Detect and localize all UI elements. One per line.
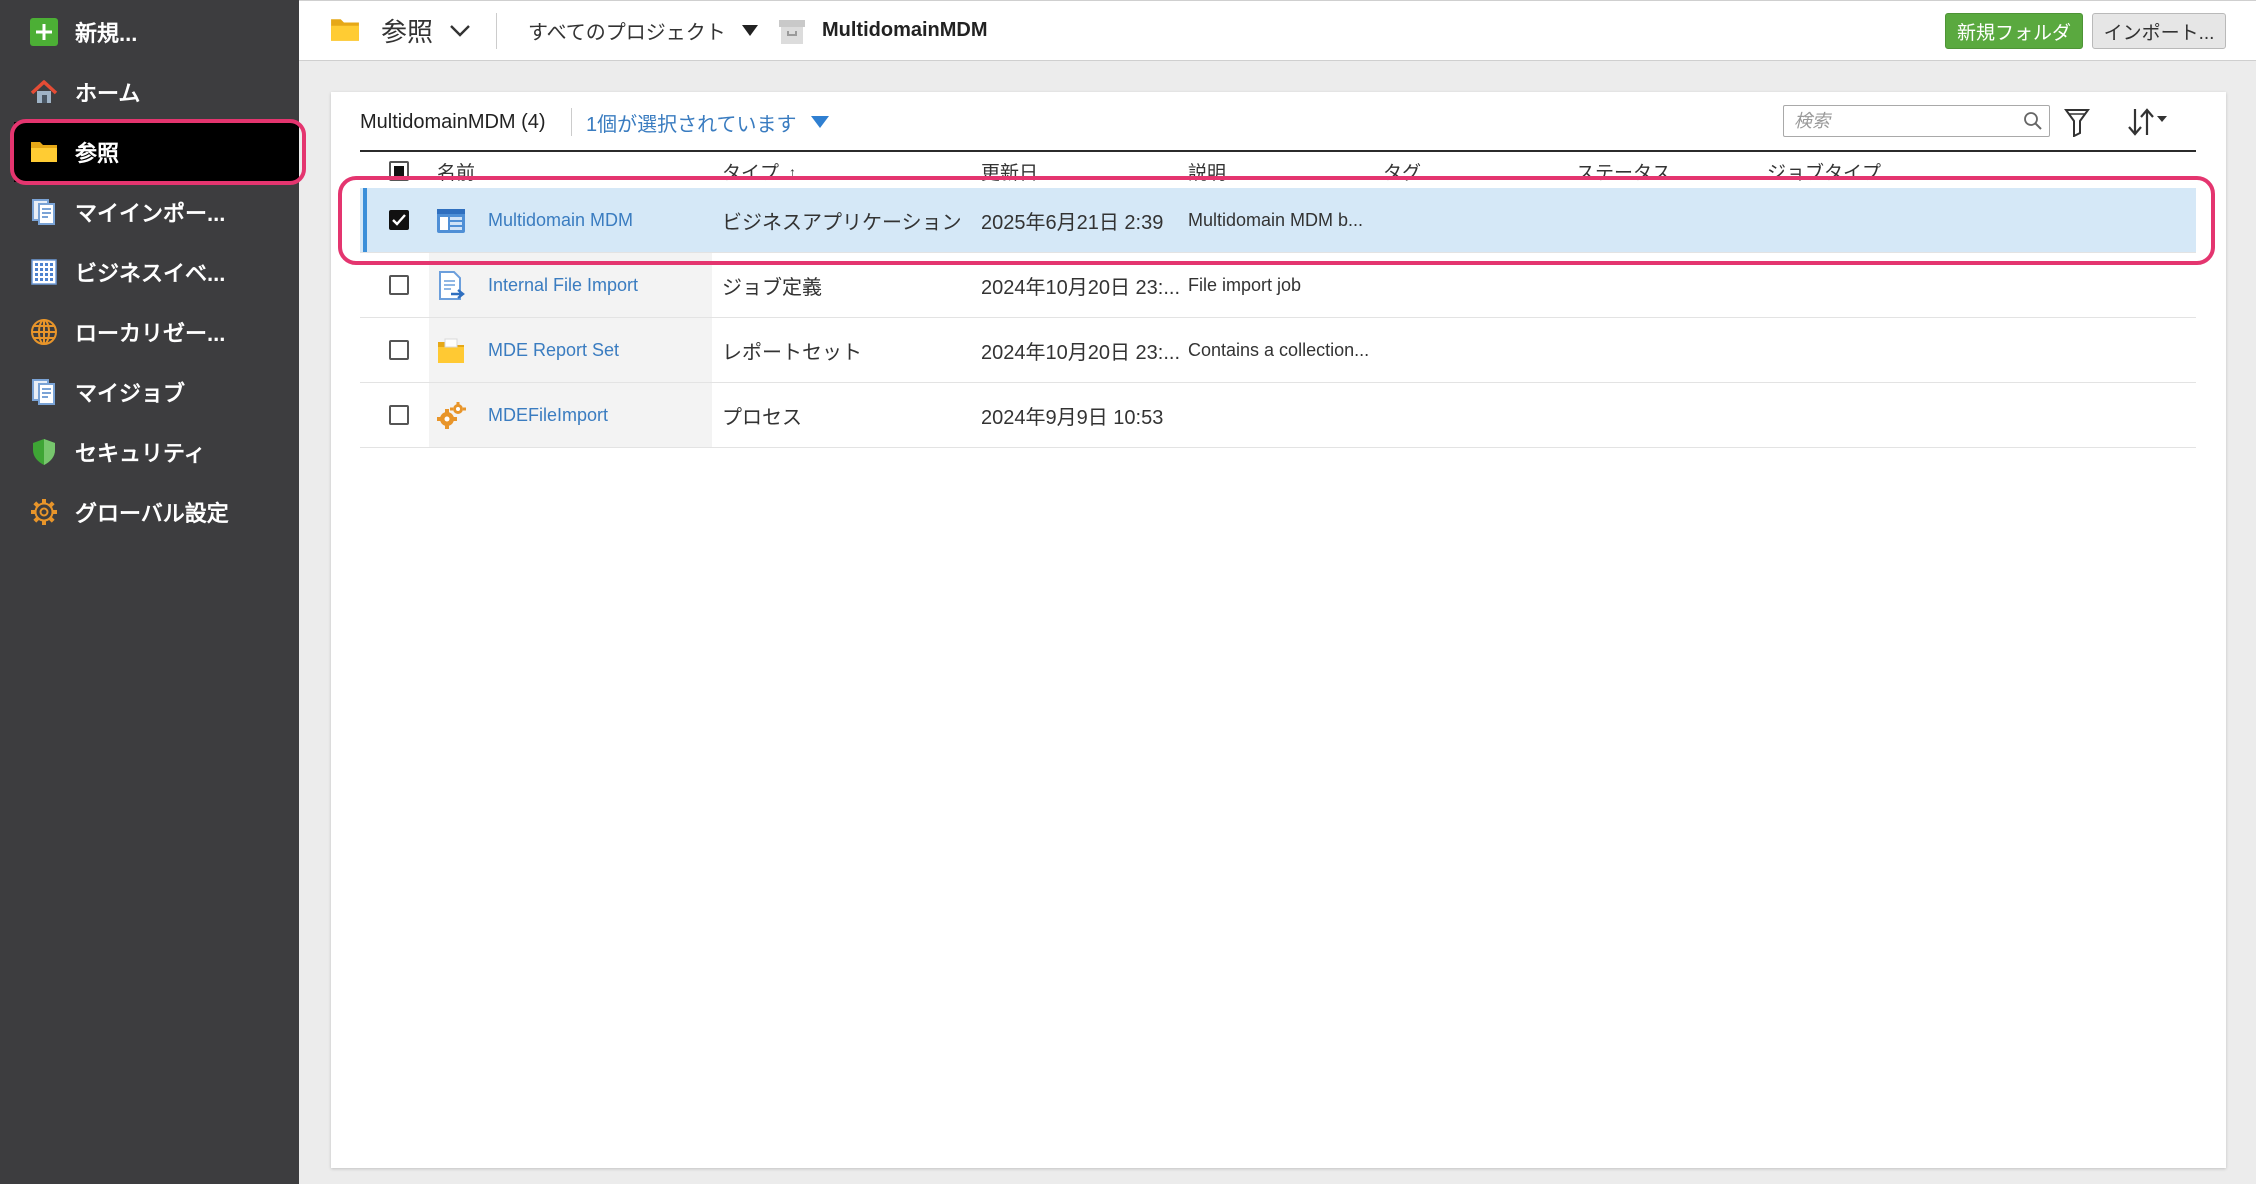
column-header-label: 更新日 bbox=[981, 163, 1039, 184]
table-row[interactable]: Multidomain MDM ビジネスアプリケーション 2025年6月21日 … bbox=[360, 188, 2196, 253]
select-all-checkbox[interactable] bbox=[389, 161, 409, 181]
document-stack-icon bbox=[30, 198, 58, 226]
asset-name-link[interactable]: MDE Report Set bbox=[488, 318, 619, 382]
asset-updated: 2024年10月20日 23:... bbox=[981, 341, 1181, 364]
sidebar: 新規... ホーム 参照 マイインポー... ビジネスイベ... ローカリゼー.… bbox=[0, 0, 299, 1184]
grid-icon bbox=[30, 258, 58, 286]
current-project[interactable]: MultidomainMDM bbox=[822, 1, 988, 60]
project-filter-dropdown[interactable]: すべてのプロジェクト bbox=[528, 1, 758, 60]
toolbar-divider bbox=[496, 13, 497, 49]
sidebar-item-label: ローカリゼー... bbox=[75, 321, 226, 346]
sidebar-item-home[interactable]: ホーム bbox=[0, 62, 299, 122]
asset-updated: 2024年10月20日 23:... bbox=[981, 276, 1181, 299]
sidebar-item-business-events[interactable]: ビジネスイベ... bbox=[0, 242, 299, 302]
row-checkbox[interactable] bbox=[389, 210, 409, 230]
sidebar-item-label: ビジネスイベ... bbox=[75, 261, 226, 286]
section-label: 参照 bbox=[381, 17, 434, 47]
globe-icon bbox=[30, 318, 58, 346]
sidebar-item-security[interactable]: セキュリティ bbox=[0, 422, 299, 482]
asset-type: プロセス bbox=[722, 406, 802, 429]
home-icon bbox=[30, 78, 58, 106]
caret-down-icon bbox=[741, 25, 758, 36]
section-dropdown[interactable]: 参照 bbox=[381, 1, 471, 60]
asset-description: File import job bbox=[1188, 274, 1302, 295]
table-header: 名前 タイプ ↑ 更新日 説明 タグ ステータス ジョブタイプ bbox=[360, 150, 2196, 188]
row-checkbox[interactable] bbox=[389, 340, 409, 360]
table-row[interactable]: MDE Report Set レポートセット 2024年10月20日 23:..… bbox=[360, 318, 2196, 383]
asset-name-link[interactable]: Internal File Import bbox=[488, 253, 638, 317]
sidebar-item-label: マイジョブ bbox=[75, 381, 186, 406]
sidebar-item-my-imports[interactable]: マイインポー... bbox=[0, 182, 299, 242]
column-header-label: ジョブタイプ bbox=[1767, 163, 1882, 184]
plus-icon bbox=[30, 18, 58, 46]
business-app-icon bbox=[436, 206, 466, 236]
sidebar-item-label: ホーム bbox=[75, 81, 141, 106]
table-row[interactable]: Internal File Import ジョブ定義 2024年10月20日 2… bbox=[360, 253, 2196, 318]
column-header-label: タグ bbox=[1383, 163, 1422, 184]
shield-icon bbox=[30, 438, 58, 466]
table-row[interactable]: MDEFileImport プロセス 2024年9月9日 10:53 bbox=[360, 383, 2196, 448]
asset-type: レポートセット bbox=[722, 341, 862, 364]
document-stack-icon bbox=[30, 378, 58, 406]
asset-type: ジョブ定義 bbox=[722, 276, 822, 299]
import-button[interactable]: インポート... bbox=[2092, 13, 2226, 49]
chevron-down-icon bbox=[449, 24, 471, 38]
folder-icon bbox=[30, 138, 58, 166]
column-header-updated[interactable]: 更新日 bbox=[981, 158, 1038, 185]
column-header-name[interactable]: 名前 bbox=[437, 158, 475, 185]
column-header-label: 名前 bbox=[437, 163, 476, 184]
asset-name-link[interactable]: MDEFileImport bbox=[488, 383, 608, 447]
sidebar-item-label: 新規... bbox=[75, 21, 138, 46]
column-header-label: タイプ bbox=[722, 163, 780, 184]
asset-type: ビジネスアプリケーション bbox=[722, 211, 962, 234]
process-gears-icon bbox=[436, 401, 466, 431]
asset-updated: 2024年9月9日 10:53 bbox=[981, 406, 1164, 429]
sidebar-item-label: セキュリティ bbox=[75, 441, 206, 466]
column-header-type[interactable]: タイプ ↑ bbox=[722, 158, 796, 185]
search-input[interactable] bbox=[1784, 106, 2019, 136]
asset-description: Contains a collection... bbox=[1188, 339, 1370, 360]
column-header-label: ステータス bbox=[1576, 163, 1672, 184]
gear-icon bbox=[30, 498, 58, 526]
top-bar: 参照 すべてのプロジェクト MultidomainMDM 新規フォルダ インポー… bbox=[299, 0, 2256, 61]
sidebar-item-label: 参照 bbox=[75, 141, 120, 166]
sidebar-item-browse[interactable]: 参照 bbox=[14, 122, 299, 182]
row-checkbox[interactable] bbox=[389, 275, 409, 295]
sidebar-item-global-settings[interactable]: グローバル設定 bbox=[0, 482, 299, 542]
sort-icon[interactable] bbox=[2125, 105, 2171, 139]
column-header-job-type[interactable]: ジョブタイプ bbox=[1767, 158, 1881, 185]
selection-status-dropdown[interactable]: 1個が選択されています bbox=[586, 108, 829, 136]
column-header-status[interactable]: ステータス bbox=[1576, 158, 1671, 185]
column-header-label: 説明 bbox=[1188, 163, 1227, 184]
content-panel: MultidomainMDM (4) 1個が選択されています 名前 タイプ ↑ 更… bbox=[331, 92, 2226, 1168]
sidebar-item-new[interactable]: 新規... bbox=[0, 2, 299, 62]
sort-ascending-indicator: ↑ bbox=[789, 163, 797, 180]
folder-icon bbox=[330, 17, 360, 43]
project-filter-label: すべてのプロジェクト bbox=[528, 22, 726, 44]
filter-icon[interactable] bbox=[2063, 106, 2091, 138]
search-box bbox=[1783, 105, 2050, 137]
sidebar-item-label: マイインポー... bbox=[75, 201, 226, 226]
asset-updated: 2025年6月21日 2:39 bbox=[981, 211, 1164, 234]
sidebar-item-label: グローバル設定 bbox=[75, 501, 229, 526]
sidebar-item-my-jobs[interactable]: マイジョブ bbox=[0, 362, 299, 422]
search-icon[interactable] bbox=[2023, 111, 2043, 136]
selection-status-label: 1個が選択されています bbox=[586, 113, 797, 136]
panel-title-divider bbox=[571, 108, 572, 136]
sidebar-item-localization[interactable]: ローカリゼー... bbox=[0, 302, 299, 362]
new-folder-button[interactable]: 新規フォルダ bbox=[1945, 13, 2083, 49]
column-header-tags[interactable]: タグ bbox=[1383, 158, 1421, 185]
caret-down-icon bbox=[810, 116, 829, 128]
panel-title: MultidomainMDM (4) bbox=[360, 111, 546, 133]
assets-table: 名前 タイプ ↑ 更新日 説明 タグ ステータス ジョブタイプ Multidoma… bbox=[360, 150, 2196, 448]
archive-box-icon bbox=[777, 16, 807, 46]
asset-name-link[interactable]: Multidomain MDM bbox=[488, 188, 633, 252]
report-set-icon bbox=[436, 336, 466, 366]
asset-description: Multidomain MDM b... bbox=[1188, 209, 1364, 230]
column-header-description[interactable]: 説明 bbox=[1188, 158, 1226, 185]
row-checkbox[interactable] bbox=[389, 405, 409, 425]
file-import-icon bbox=[436, 271, 466, 301]
